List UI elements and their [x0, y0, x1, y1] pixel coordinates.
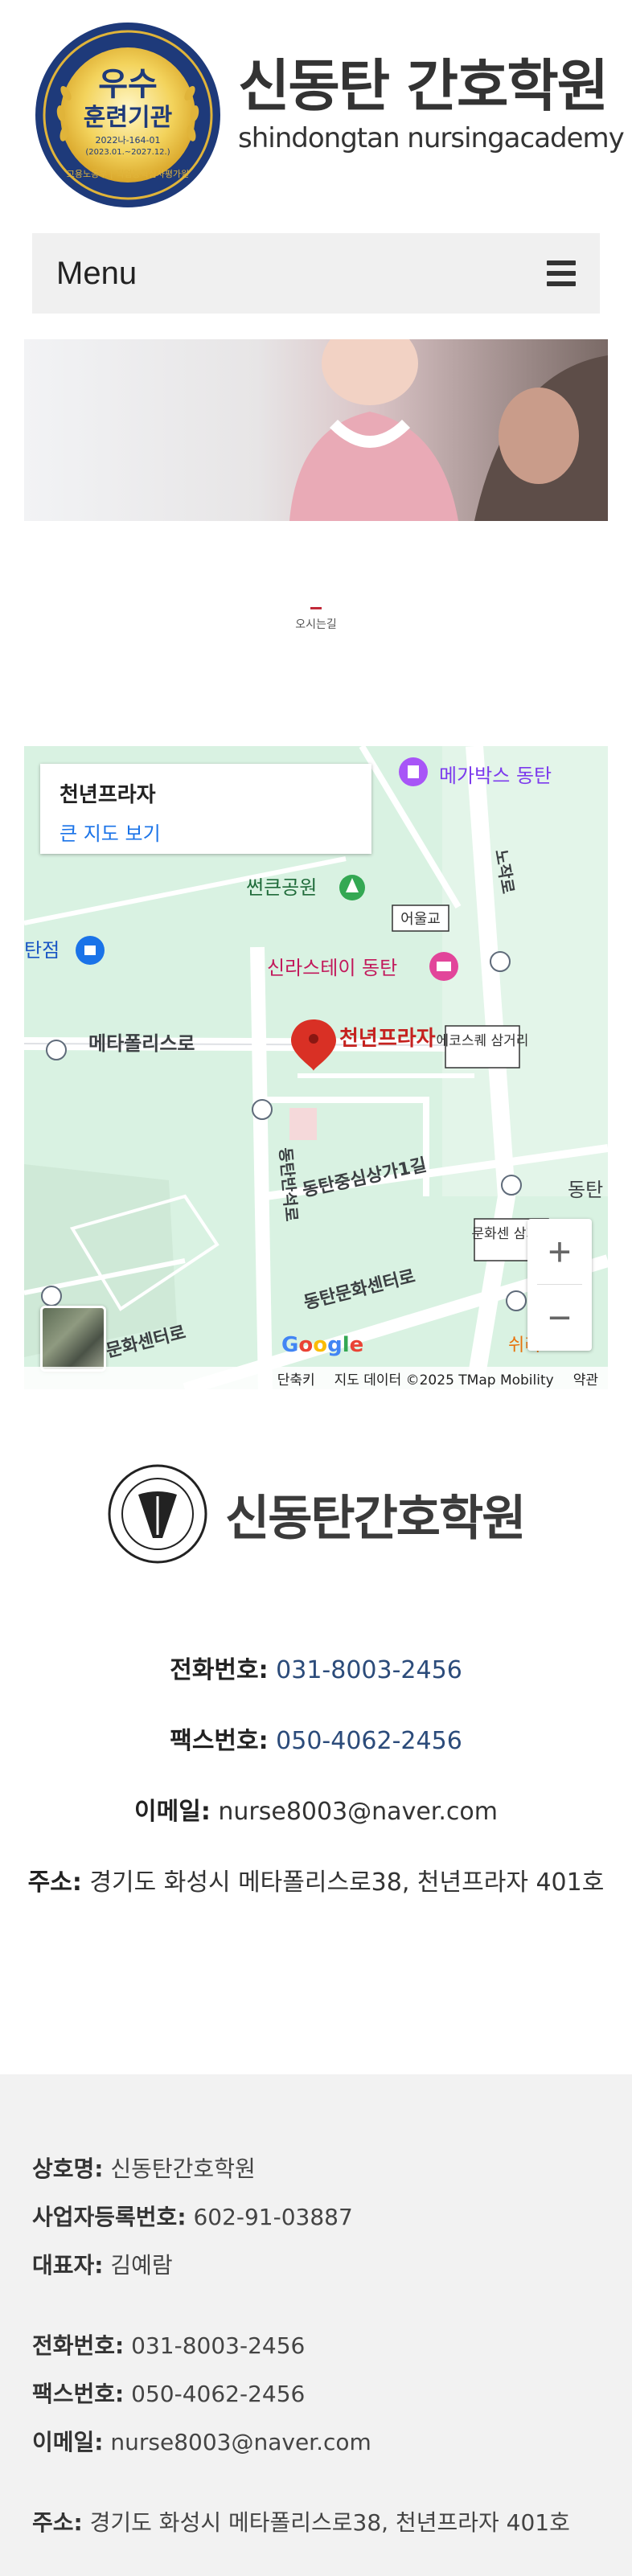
footer-email: 이메일: nurse8003@naver.com: [32, 2425, 371, 2457]
contact-email-label: 이메일:: [134, 1798, 211, 1826]
map-shortcuts-link[interactable]: 단축키: [277, 1368, 315, 1388]
contact-address-label: 주소:: [27, 1868, 82, 1897]
map-label-dongtan-right: 동탄: [568, 1179, 603, 1201]
footer-phone: 전화번호: 031-8003-2456: [32, 2328, 305, 2361]
academy-emblem-icon: [108, 1464, 207, 1564]
footer-address: 주소: 경기도 화성시 메타폴리스로38, 천년프라자 401호: [32, 2505, 570, 2537]
hamburger-icon[interactable]: [547, 260, 576, 286]
badge-title-1: 우수: [98, 66, 158, 103]
footer-ceo-value: 김예람: [110, 2252, 173, 2279]
contact-address: 주소: 경기도 화성시 메타폴리스로38, 천년프라자 401호: [0, 1862, 632, 1897]
brand-korean-name: 신동탄 간호학원: [238, 53, 609, 119]
footer-phone-label: 전화번호:: [32, 2332, 125, 2359]
contact-fax: 팩스번호: 050-4062-2456: [0, 1721, 632, 1756]
contact-address-value: 경기도 화성시 메타폴리스로38, 천년프라자 401호: [89, 1868, 605, 1897]
footer-company: 상호명: 신동탄간호학원: [32, 2151, 256, 2184]
badge-title-2: 훈련기관: [84, 104, 172, 132]
academy-logo: 신동탄간호학원: [108, 1463, 526, 1565]
contact-fax-label: 팩스번호:: [170, 1727, 269, 1755]
zoom-controls: + −: [527, 1219, 592, 1351]
footer-fax-label: 팩스번호:: [32, 2381, 125, 2407]
contact-email-value: nurse8003@naver.com: [218, 1798, 498, 1826]
footer-ceo-label: 대표자:: [32, 2252, 104, 2279]
footer-fax: 팩스번호: 050-4062-2456: [32, 2377, 305, 2409]
map-marker-label[interactable]: 천년프라자: [339, 1027, 436, 1051]
footer-biz-no: 사업자등록번호: 602-91-03887: [32, 2200, 353, 2232]
footer-ceo: 대표자: 김예람: [32, 2248, 173, 2280]
brand[interactable]: 신동탄 간호학원 shindongtan nursingacademy: [238, 53, 625, 154]
map-label-eoulgyo: 어울교: [400, 911, 441, 928]
footer-address-label: 주소:: [32, 2509, 83, 2536]
map-terms-link[interactable]: 약관: [573, 1368, 598, 1388]
footer-address-value: 경기도 화성시 메타폴리스로38, 천년프라자 401호: [89, 2509, 570, 2536]
map-label-metapolis: 메타폴리스로: [88, 1032, 195, 1055]
hero-image: [24, 339, 608, 521]
site-footer: 상호명: 신동탄간호학원 사업자등록번호: 602-91-03887 대표자: …: [0, 2074, 632, 2576]
footer-company-value: 신동탄간호학원: [110, 2156, 256, 2182]
google-logo: Google: [281, 1333, 364, 1357]
map-place-card: 천년프라자 큰 지도 보기: [40, 764, 371, 854]
footer-fax-value: 050-4062-2456: [131, 2381, 306, 2407]
academy-logo-text: 신동탄간호학원: [225, 1490, 526, 1547]
contact-phone-link[interactable]: 031-8003-2456: [276, 1656, 462, 1684]
footer-email-value: nurse8003@naver.com: [110, 2429, 371, 2455]
embedded-map[interactable]: 메가박스 동탄 썬큰공원 어울교 신라스테이 동탄 탄점 메타폴리스로 천년프라…: [24, 746, 608, 1389]
map-footer: 단축키 지도 데이터 ©2025 TMap Mobility 약관: [24, 1367, 608, 1389]
map-label-station: 탄점: [24, 939, 60, 962]
map-data-attribution: 지도 데이터 ©2025 TMap Mobility: [334, 1372, 554, 1388]
badge-period: (2023.01.~2027.12.): [85, 148, 170, 157]
footer-biz-no-label: 사업자등록번호:: [32, 2204, 187, 2230]
map-label-ecosquare: 에코스퀘 삼거리: [437, 1033, 529, 1049]
map-label-park: 썬큰공원: [246, 876, 317, 899]
contact-phone: 전화번호: 031-8003-2456: [0, 1650, 632, 1685]
map-place-title: 천년프라자: [60, 783, 156, 807]
badge-ring-text: 고용노동부 | 직업능력심사평가원: [67, 169, 189, 179]
satellite-toggle[interactable]: [40, 1306, 106, 1372]
badge-code: 2022나-164-01: [95, 135, 160, 146]
zoom-in-button[interactable]: +: [527, 1219, 592, 1285]
caption-accent: [310, 607, 322, 609]
zoom-out-button[interactable]: −: [527, 1285, 592, 1351]
footer-phone-value: 031-8003-2456: [131, 2332, 306, 2359]
map-label-megabox: 메가박스 동탄: [439, 765, 552, 787]
training-institution-badge: 우수 훈련기관 2022나-164-01 (2023.01.~2027.12.)…: [35, 23, 220, 207]
menu-label: Menu: [56, 255, 137, 291]
contact-phone-label: 전화번호:: [170, 1656, 269, 1684]
brand-english-name: shindongtan nursingacademy: [238, 122, 625, 154]
site-header: 우수 훈련기관 2022나-164-01 (2023.01.~2027.12.)…: [0, 0, 632, 233]
footer-email-label: 이메일:: [32, 2429, 104, 2455]
contact-email: 이메일: nurse8003@naver.com: [0, 1791, 632, 1827]
footer-company-label: 상호명:: [32, 2156, 104, 2182]
menu-bar[interactable]: Menu: [32, 233, 600, 314]
view-larger-map-link[interactable]: 큰 지도 보기: [60, 818, 352, 846]
hero-illustration: [289, 339, 608, 521]
directions-caption: 오시는길: [295, 617, 337, 630]
map-label-hotel: 신라스테이 동탄: [267, 957, 397, 979]
footer-biz-no-value: 602-91-03887: [193, 2204, 353, 2230]
contact-fax-link[interactable]: 050-4062-2456: [276, 1727, 462, 1755]
